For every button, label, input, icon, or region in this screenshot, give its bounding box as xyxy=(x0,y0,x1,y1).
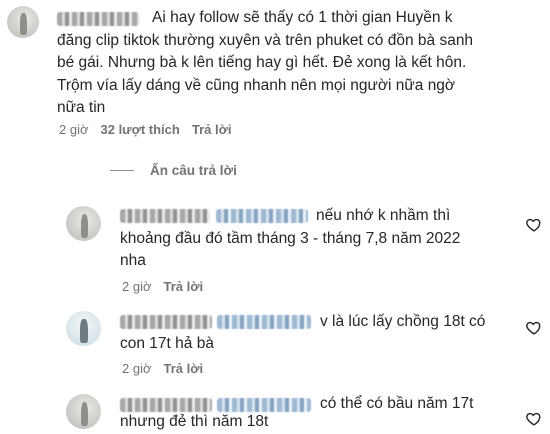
divider xyxy=(110,170,134,171)
reply-text-line: nếu nhớ k nhầm thì xyxy=(316,207,451,224)
username-redacted[interactable] xyxy=(120,398,212,412)
comment-text-line: nữa tin xyxy=(57,99,106,116)
heart-outline-icon[interactable] xyxy=(525,410,543,427)
reply-meta: 2 giờ Trả lời xyxy=(122,361,203,376)
comment-time[interactable]: 2 giờ xyxy=(59,122,89,137)
reply-text-line: khoảng đầu đó tầm tháng 3 - tháng 7,8 nă… xyxy=(120,230,461,247)
username-redacted[interactable] xyxy=(120,315,212,329)
reply-text-line: con 17t hả bà xyxy=(120,335,214,352)
reply-button[interactable]: Trả lời xyxy=(164,361,204,376)
comment-text-line: Ai hay follow sẽ thấy có 1 thời gian Huy… xyxy=(152,9,453,26)
hide-replies-label: Ẩn câu trả lời xyxy=(150,163,237,178)
reply-button[interactable]: Trả lời xyxy=(192,122,232,137)
username-redacted[interactable] xyxy=(120,209,210,223)
reply-time[interactable]: 2 giờ xyxy=(122,361,152,376)
avatar[interactable] xyxy=(66,206,101,241)
comment-likes[interactable]: 32 lượt thích xyxy=(101,122,180,137)
reply-button[interactable]: Trả lời xyxy=(164,279,204,294)
avatar[interactable] xyxy=(7,6,39,38)
avatar[interactable] xyxy=(66,311,101,346)
reply-text-line: nha xyxy=(120,252,146,269)
comment-text-line: Trộm vía lấy dáng về cũng nhanh nên mọi … xyxy=(57,77,456,94)
avatar[interactable] xyxy=(66,394,101,429)
hide-replies-toggle[interactable]: Ẩn câu trả lời xyxy=(110,163,237,178)
reply-meta: 2 giờ Trả lời xyxy=(122,279,203,294)
mention-redacted[interactable] xyxy=(217,398,311,412)
mention-redacted[interactable] xyxy=(216,209,308,223)
reply-text-line: có thể có bầu năm 17t xyxy=(320,395,474,412)
heart-outline-icon[interactable] xyxy=(525,216,543,233)
mention-redacted[interactable] xyxy=(217,315,311,329)
heart-outline-icon[interactable] xyxy=(525,319,543,336)
comment-meta: 2 giờ 32 lượt thích Trả lời xyxy=(59,122,231,137)
username-redacted[interactable] xyxy=(57,12,139,26)
comment-text-line: bé gái. Nhưng bà k lên tiếng hay gì hết.… xyxy=(57,54,467,71)
reply-text-line: v là lúc lấy chồng 18t có xyxy=(320,313,486,330)
reply-time[interactable]: 2 giờ xyxy=(122,279,152,294)
reply-text-line: nhưng đẻ thì năm 18t xyxy=(120,413,269,430)
comment-text-line: đăng clip tiktok thường xuyên và trên ph… xyxy=(57,32,474,49)
